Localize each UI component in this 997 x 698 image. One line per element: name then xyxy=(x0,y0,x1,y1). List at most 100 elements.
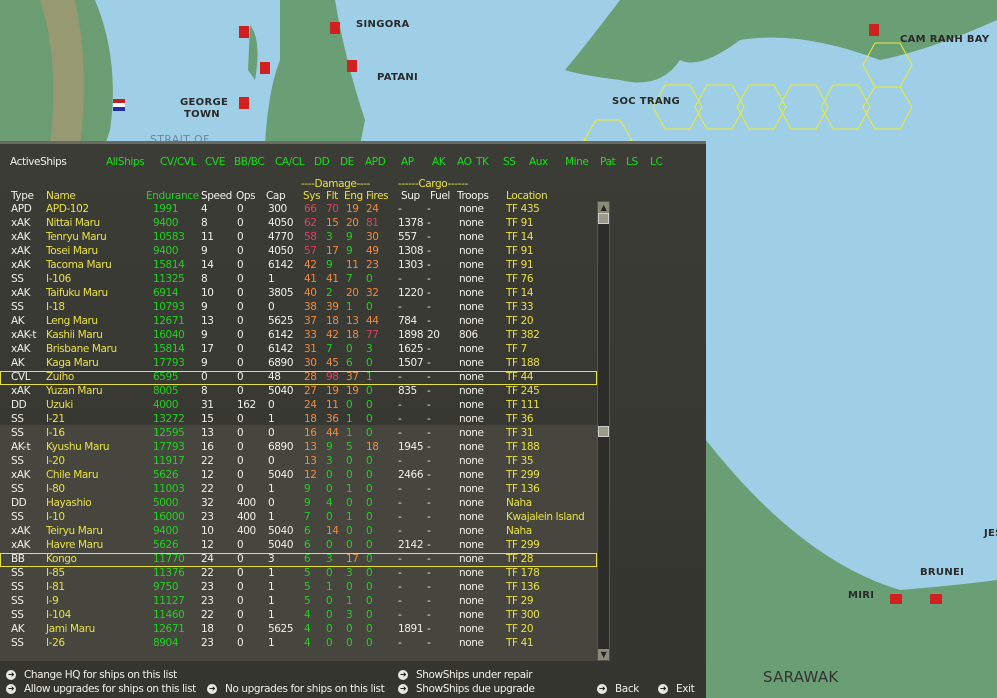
cell-name[interactable]: Yuzan Maru xyxy=(46,385,103,397)
table-row[interactable]: CVL Zuiho 6595 0 0 48 28 98 37 1 - - none TF 44 xyxy=(0,371,597,385)
column-header-flt[interactable]: Flt xyxy=(326,190,338,202)
cell-name[interactable]: Taifuku Maru xyxy=(46,287,108,299)
cell-name[interactable]: I-18 xyxy=(46,301,65,313)
cell-name[interactable]: I-26 xyxy=(46,637,65,649)
table-row[interactable]: xAK Havre Maru 5626 12 0 5040 6 0 0 0 2142- none TF … xyxy=(0,539,597,553)
cell-name[interactable]: Tacoma Maru xyxy=(46,259,112,271)
scrollbar[interactable]: ▲ ▼ xyxy=(597,201,610,661)
table-row[interactable]: SS I-104 11460 22 0 1 4 0 3 0 - - none TF 300 xyxy=(0,609,597,623)
filter-cv-cvl[interactable]: CV/CVL xyxy=(160,156,196,168)
filter-ls[interactable]: LS xyxy=(626,156,638,168)
table-row[interactable]: AK-t Kyushu Maru 17793 16 0 6890 13 9 5 18 1945- no… xyxy=(0,441,597,455)
cell-name[interactable]: Kaga Maru xyxy=(46,357,99,369)
table-row[interactable]: xAK Taifuku Maru 6914 10 0 3805 40 2 20 32 1220- no… xyxy=(0,287,597,301)
filter-bb-bc[interactable]: BB/BC xyxy=(234,156,265,168)
allow-upgrades-button[interactable]: ➜ Allow upgrades for ships on this list xyxy=(6,683,196,695)
column-header-cap[interactable]: Cap xyxy=(266,190,286,202)
back-button[interactable]: ➜ Back xyxy=(597,683,639,695)
table-row[interactable]: DD Hayashio 5000 32 400 0 9 4 0 0- - none Naha xyxy=(0,497,597,511)
filter-dd[interactable]: DD xyxy=(314,156,330,168)
cell-name[interactable]: Chile Maru xyxy=(46,469,98,481)
no-upgrades-button[interactable]: ➜ No upgrades for ships on this list xyxy=(207,683,385,695)
table-row[interactable]: xAK Teiryu Maru 9400 10 400 5040 6 14 0 0 - - none Na… xyxy=(0,525,597,539)
cell-name[interactable]: I-20 xyxy=(46,455,65,467)
cell-name[interactable]: I-16 xyxy=(46,427,65,439)
table-row[interactable]: xAK Yuzan Maru 8005 8 0 5040 27 19 19 0 835- none TF… xyxy=(0,385,597,399)
cell-name[interactable]: Tosei Maru xyxy=(46,245,98,257)
table-row[interactable]: AK Jami Maru 12671 18 0 5625 4 0 0 0 1891- none TF 2… xyxy=(0,623,597,637)
filter-aux[interactable]: Aux xyxy=(529,156,548,168)
cell-name[interactable]: Hayashio xyxy=(46,497,92,509)
filter-pat[interactable]: Pat xyxy=(600,156,616,168)
cell-name[interactable]: Brisbane Maru xyxy=(46,343,117,355)
table-row[interactable]: xAK Chile Maru 5626 12 0 5040 12 0 0 0 2466- none TF… xyxy=(0,469,597,483)
column-header-endurance[interactable]: Endurance xyxy=(146,190,199,202)
filter-ap[interactable]: AP xyxy=(401,156,414,168)
scroll-up-icon[interactable]: ▲ xyxy=(598,202,609,213)
table-row[interactable]: xAK Brisbane Maru 15814 17 0 6142 31 7 0 3 1625- no… xyxy=(0,343,597,357)
cell-name[interactable]: Uzuki xyxy=(46,399,73,411)
change-hq-button[interactable]: ➜ Change HQ for ships on this list xyxy=(6,669,177,681)
table-row[interactable]: SS I-106 11325 8 0 1 41 41 7 0 - - none TF 76 xyxy=(0,273,597,287)
scroll-down-icon[interactable]: ▼ xyxy=(598,649,609,660)
column-header-fuel[interactable]: Fuel xyxy=(430,190,450,202)
cell-name[interactable]: Zuiho xyxy=(46,371,74,383)
filter-de[interactable]: DE xyxy=(340,156,354,168)
cell-name[interactable]: Kashii Maru xyxy=(46,329,103,341)
column-header-type[interactable]: Type xyxy=(11,190,34,202)
filter-ss[interactable]: SS xyxy=(503,156,516,168)
cell-name[interactable]: Kyushu Maru xyxy=(46,441,110,453)
column-header-ops[interactable]: Ops xyxy=(236,190,256,202)
table-row[interactable]: SS I-10 16000 23 400 1 7 0 1 0 - - none Kwajalein Isl… xyxy=(0,511,597,525)
table-row[interactable]: xAK-t Kashii Maru 16040 9 0 6142 33 42 18 77 1898 2… xyxy=(0,329,597,343)
table-row[interactable]: xAK Tosei Maru 9400 9 0 4050 57 17 9 49 1308- none T… xyxy=(0,245,597,259)
cell-name[interactable]: I-21 xyxy=(46,413,65,425)
exit-button[interactable]: ➜ Exit xyxy=(658,683,695,695)
scroll-marker[interactable] xyxy=(598,426,609,437)
filter-lc[interactable]: LC xyxy=(650,156,663,168)
show-upgrade-button[interactable]: ➜ ShowShips due upgrade xyxy=(398,683,535,695)
cell-name[interactable]: I-106 xyxy=(46,273,71,285)
cell-name[interactable]: Kongo xyxy=(46,553,77,565)
table-row[interactable]: SS I-26 8904 23 0 1 4 0 0 0 - - none TF 41 xyxy=(0,637,597,651)
cell-name[interactable]: Havre Maru xyxy=(46,539,103,551)
table-row[interactable]: SS I-18 10793 9 0 0 38 39 1 0 - - none TF 33 xyxy=(0,301,597,315)
column-header-fires[interactable]: Fires xyxy=(366,190,389,202)
cell-name[interactable]: APD-102 xyxy=(46,203,89,215)
cell-name[interactable]: Nittai Maru xyxy=(46,217,100,229)
cell-name[interactable]: I-80 xyxy=(46,483,65,495)
table-row[interactable]: SS I-16 12595 13 0 0 16 44 1 0 - - none TF 31 xyxy=(0,427,597,441)
column-header-name[interactable]: Name xyxy=(46,190,76,202)
cell-name[interactable]: I-81 xyxy=(46,581,65,593)
cell-name[interactable]: I-85 xyxy=(46,567,65,579)
filter-allships[interactable]: AllShips xyxy=(106,156,145,168)
table-row[interactable]: xAK Tenryu Maru 10583 11 0 4770 58 3 9 30 557- none… xyxy=(0,231,597,245)
column-header-location[interactable]: Location xyxy=(506,190,548,202)
filter-cve[interactable]: CVE xyxy=(205,156,225,168)
table-row[interactable]: APD APD-102 1991 4 0 300 66 70 19 24 - - none TF 435 xyxy=(0,203,597,217)
table-row[interactable]: SS I-9 11127 23 0 1 5 0 1 0 - - none TF 29 xyxy=(0,595,597,609)
table-row[interactable]: SS I-80 11003 22 0 1 9 0 1 0 - - none TF 136 xyxy=(0,483,597,497)
table-row[interactable]: BB Kongo 11770 24 0 3 6 3 17 0 - - none TF 28 xyxy=(0,553,597,567)
cell-name[interactable]: Leng Maru xyxy=(46,315,98,327)
cell-name[interactable]: I-104 xyxy=(46,609,71,621)
filter-mine[interactable]: Mine xyxy=(565,156,589,168)
table-row[interactable]: DD Uzuki 4000 31 162 0 24 11 0 0 - - none TF 111 xyxy=(0,399,597,413)
filter-ak[interactable]: AK xyxy=(432,156,446,168)
column-header-troops[interactable]: Troops xyxy=(457,190,489,202)
column-header-speed[interactable]: Speed xyxy=(201,190,232,202)
cell-name[interactable]: I-10 xyxy=(46,511,65,523)
filter-apd[interactable]: APD xyxy=(365,156,386,168)
table-row[interactable]: AK Kaga Maru 17793 9 0 6890 30 45 6 0 1507- none TF … xyxy=(0,357,597,371)
table-row[interactable]: xAK Nittai Maru 9400 8 0 4050 62 15 20 81 1378- non… xyxy=(0,217,597,231)
cell-name[interactable]: Tenryu Maru xyxy=(46,231,107,243)
filter-ca-cl[interactable]: CA/CL xyxy=(275,156,305,168)
table-row[interactable]: AK Leng Maru 12671 13 0 5625 37 18 13 44 784- none T… xyxy=(0,315,597,329)
table-row[interactable]: SS I-85 11376 22 0 1 5 0 3 0 - - none TF 178 xyxy=(0,567,597,581)
table-row[interactable]: xAK Tacoma Maru 15814 14 0 6142 42 9 11 23 1303- no… xyxy=(0,259,597,273)
filter-tk[interactable]: TK xyxy=(476,156,489,168)
column-header-sys[interactable]: Sys xyxy=(303,190,321,202)
table-row[interactable]: SS I-20 11917 22 0 0 13 3 0 0 - - none TF 35 xyxy=(0,455,597,469)
scroll-thumb[interactable] xyxy=(598,213,609,224)
cell-name[interactable]: Jami Maru xyxy=(46,623,95,635)
